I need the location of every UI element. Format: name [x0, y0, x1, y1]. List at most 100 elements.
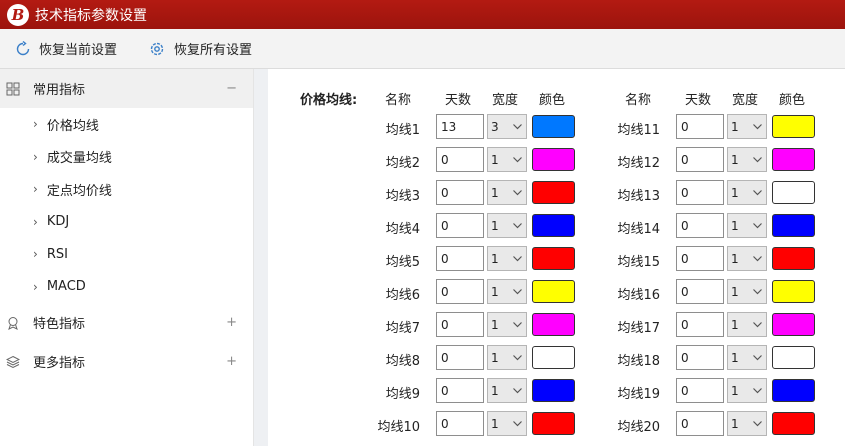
ma-days-input[interactable]: 0: [436, 180, 484, 205]
ma-row-label: 均线8: [385, 354, 420, 369]
ma-color-swatch[interactable]: [772, 214, 815, 237]
chevron-down-icon: [513, 355, 522, 361]
ma-width-select[interactable]: 3: [487, 114, 527, 139]
ma-width-value: 1: [491, 350, 499, 365]
ma-row-label: 均线16: [617, 288, 660, 303]
chevron-down-icon: [753, 223, 762, 229]
ma-width-select[interactable]: 1: [727, 279, 767, 304]
restore-current-button[interactable]: 恢复当前设置: [15, 39, 117, 58]
ma-row-label: 均线19: [617, 387, 660, 402]
ma-days-value: 0: [441, 350, 449, 365]
ma-width-select[interactable]: 1: [727, 378, 767, 403]
ma-width-select[interactable]: 1: [727, 411, 767, 436]
ma-width-select[interactable]: 1: [487, 147, 527, 172]
chevron-down-icon: [753, 157, 762, 163]
ma-days-input[interactable]: 0: [676, 411, 724, 436]
ma-color-swatch[interactable]: [532, 346, 575, 369]
ma-days-input[interactable]: 0: [676, 246, 724, 271]
ma-color-swatch[interactable]: [532, 247, 575, 270]
ma-days-input[interactable]: 0: [676, 345, 724, 370]
sidebar-item-price-ma[interactable]: › 价格均线: [0, 108, 253, 141]
ma-color-swatch[interactable]: [532, 115, 575, 138]
ma-days-input[interactable]: 0: [436, 213, 484, 238]
ma-width-select[interactable]: 1: [487, 279, 527, 304]
sidebar-item-rsi[interactable]: › RSI: [0, 238, 253, 271]
chevron-down-icon: [513, 256, 522, 262]
ma-days-input[interactable]: 13: [436, 114, 484, 139]
ma-days-input[interactable]: 0: [436, 246, 484, 271]
ma-days-input[interactable]: 0: [436, 378, 484, 403]
ma-width-select[interactable]: 1: [727, 213, 767, 238]
ma-color-swatch[interactable]: [772, 379, 815, 402]
ma-days-input[interactable]: 0: [676, 378, 724, 403]
ma-color-swatch[interactable]: [772, 181, 815, 204]
ma-color-swatch[interactable]: [532, 148, 575, 171]
restore-all-button[interactable]: 恢复所有设置: [148, 39, 252, 58]
ma-days-input[interactable]: 0: [676, 312, 724, 337]
ma-color-swatch[interactable]: [772, 148, 815, 171]
sidebar-item-volume-ma[interactable]: › 成交量均线: [0, 141, 253, 174]
sidebar-group-featured[interactable]: 特色指标 +: [0, 303, 253, 342]
ma-width-select[interactable]: 1: [487, 378, 527, 403]
ma-days-input[interactable]: 0: [436, 411, 484, 436]
sidebar-item-label: KDJ: [46, 214, 70, 230]
expand-icon[interactable]: +: [226, 354, 237, 369]
ma-days-input[interactable]: 0: [436, 279, 484, 304]
ma-width-select[interactable]: 1: [727, 246, 767, 271]
ma-days-input[interactable]: 0: [436, 147, 484, 172]
ma-color-swatch[interactable]: [772, 346, 815, 369]
ma-width-select[interactable]: 1: [727, 114, 767, 139]
ma-width-select[interactable]: 1: [487, 312, 527, 337]
ma-days-input[interactable]: 0: [676, 114, 724, 139]
ma-width-value: 3: [491, 119, 499, 134]
ma-row-label: 均线12: [617, 156, 660, 171]
ma-width-select[interactable]: 1: [487, 180, 527, 205]
sidebar-item-fixed-avg[interactable]: › 定点均价线: [0, 173, 253, 206]
sidebar-group-common[interactable]: 常用指标 −: [0, 69, 253, 108]
ma-width-select[interactable]: 1: [487, 213, 527, 238]
ma-width-select[interactable]: 1: [727, 180, 767, 205]
ma-color-swatch[interactable]: [532, 280, 575, 303]
restore-current-label: 恢复当前设置: [39, 43, 118, 58]
ma-color-swatch[interactable]: [772, 412, 815, 435]
ma-color-swatch[interactable]: [772, 280, 815, 303]
sidebar-item-kdj[interactable]: › KDJ: [0, 206, 253, 239]
chevron-right-icon: ›: [33, 247, 38, 262]
ma-days-input[interactable]: 0: [676, 279, 724, 304]
ma-color-swatch[interactable]: [772, 313, 815, 336]
ma-width-select[interactable]: 1: [727, 147, 767, 172]
ma-width-select[interactable]: 1: [727, 312, 767, 337]
collapse-icon[interactable]: −: [226, 81, 237, 96]
header-width: 宽度: [492, 93, 519, 108]
ma-color-swatch[interactable]: [532, 181, 575, 204]
ma-row-label: 均线3: [385, 189, 420, 204]
ma-row-label: 均线9: [385, 387, 420, 402]
ma-color-swatch[interactable]: [772, 247, 815, 270]
refresh-icon: [16, 40, 30, 55]
expand-icon[interactable]: +: [226, 315, 237, 330]
ma-days-input[interactable]: 0: [676, 213, 724, 238]
sidebar-group-more[interactable]: 更多指标 +: [0, 342, 253, 381]
chevron-down-icon: [513, 289, 522, 295]
ma-days-input[interactable]: 0: [436, 345, 484, 370]
ma-row-label: 均线20: [617, 420, 660, 435]
ma-color-swatch[interactable]: [532, 214, 575, 237]
sidebar-item-macd[interactable]: › MACD: [0, 271, 253, 304]
ma-color-swatch[interactable]: [772, 115, 815, 138]
sidebar-group-label: 常用指标: [33, 83, 86, 98]
ma-days-input[interactable]: 0: [676, 180, 724, 205]
ma-width-select[interactable]: 1: [487, 345, 527, 370]
ma-width-value: 1: [491, 317, 499, 332]
ma-width-select[interactable]: 1: [487, 411, 527, 436]
ma-color-swatch[interactable]: [532, 379, 575, 402]
ma-width-select[interactable]: 1: [487, 246, 527, 271]
ma-days-input[interactable]: 0: [436, 312, 484, 337]
ma-days-value: 0: [681, 185, 689, 200]
chevron-down-icon: [513, 124, 522, 130]
ma-row-label: 均线6: [385, 288, 420, 303]
ma-width-select[interactable]: 1: [727, 345, 767, 370]
ma-days-input[interactable]: 0: [676, 147, 724, 172]
ma-color-swatch[interactable]: [532, 313, 575, 336]
ma-color-swatch[interactable]: [532, 412, 575, 435]
ma-days-value: 0: [681, 119, 689, 134]
